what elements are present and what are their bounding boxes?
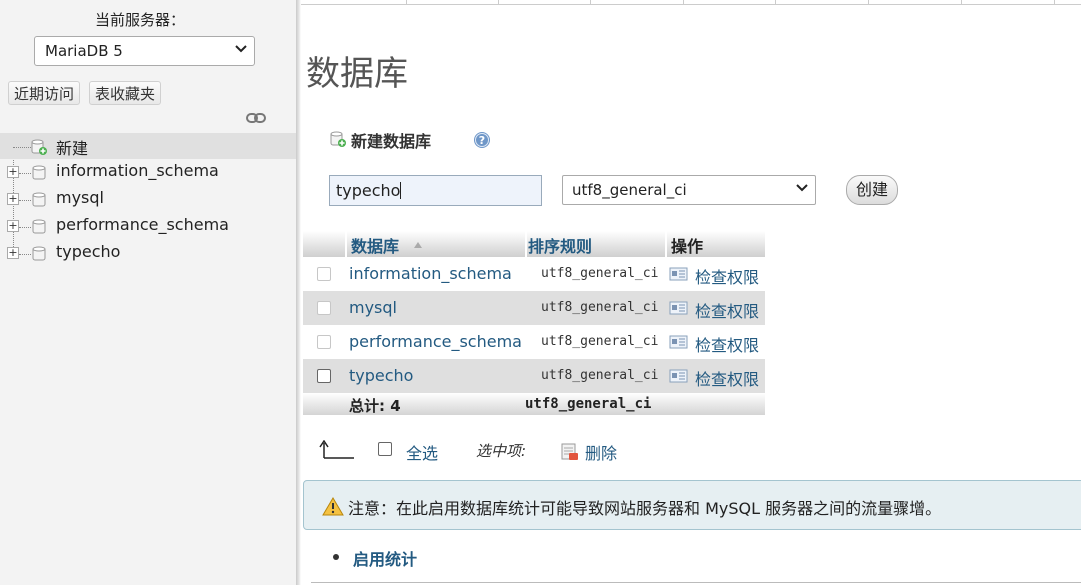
database-collation: utf8_general_ci	[541, 266, 659, 281]
new-database-icon	[31, 139, 47, 155]
table-row: information_schema utf8_general_ci 检查权限	[303, 257, 765, 291]
notice-box: 注意：在此启用数据库统计可能导致网站服务器和 MySQL 服务器之间的流量骤增。	[303, 480, 1081, 530]
current-server-label: 当前服务器：	[94, 11, 185, 29]
navigation-panel: 当前服务器： MariaDB 5 近期访问 表收藏夹 新建 + informat…	[0, 0, 296, 585]
arrow-up-left-icon	[319, 440, 354, 459]
expand-icon[interactable]: +	[7, 193, 19, 205]
database-collation: utf8_general_ci	[541, 334, 659, 349]
check-privileges-label: 检查权限	[695, 302, 760, 321]
tree-item-database[interactable]: + information_schema	[0, 159, 296, 186]
database-collation: utf8_general_ci	[541, 368, 659, 383]
database-icon	[32, 246, 46, 261]
expand-icon[interactable]: +	[7, 247, 19, 259]
column-header-database[interactable]: 数据库	[351, 233, 399, 257]
database-name-value: typecho	[336, 181, 401, 200]
privileges-icon	[669, 267, 688, 281]
tree-database-label[interactable]: information_schema	[56, 161, 219, 180]
database-icon	[32, 192, 46, 207]
database-name-link[interactable]: typecho	[349, 366, 413, 385]
check-privileges-link[interactable]: 检查权限	[669, 298, 759, 322]
table-row: typecho utf8_general_ci 检查权限	[303, 359, 765, 393]
select-all-checkbox[interactable]	[378, 442, 392, 456]
check-privileges-link[interactable]: 检查权限	[669, 332, 759, 356]
total-count: 总计: 4	[349, 397, 401, 415]
table-header: 数据库 排序规则 操作	[303, 231, 765, 257]
column-header-action: 操作	[671, 237, 704, 256]
check-privileges-link[interactable]: 检查权限	[669, 366, 759, 390]
database-icon	[32, 165, 46, 180]
check-privileges-label: 检查权限	[695, 370, 760, 389]
tree-item-database[interactable]: + typecho	[0, 240, 296, 267]
check-privileges-label: 检查权限	[695, 268, 760, 287]
column-header-collation[interactable]: 排序规则	[528, 233, 592, 257]
table-footer: 总计: 4 utf8_general_ci	[303, 393, 765, 415]
row-checkbox[interactable]	[317, 267, 331, 281]
expand-icon[interactable]: +	[7, 220, 19, 232]
delete-button[interactable]: 删除	[560, 440, 617, 464]
create-button[interactable]: 创建	[846, 175, 898, 205]
tree-database-label[interactable]: performance_schema	[56, 215, 229, 234]
footer-collation: utf8_general_ci	[525, 396, 652, 412]
check-privileges-link[interactable]: 检查权限	[669, 264, 759, 288]
main-content: 数据库 新建数据库 ? typecho utf8_general_ci 创建 数…	[301, 0, 1081, 585]
tree-item-database[interactable]: + mysql	[0, 186, 296, 213]
bulk-actions: 全选 选中项: 删除	[301, 436, 781, 466]
database-collation: utf8_general_ci	[541, 300, 659, 315]
tree-connector	[13, 147, 31, 148]
database-name-link[interactable]: information_schema	[349, 264, 512, 283]
tree-database-label[interactable]: mysql	[56, 188, 104, 207]
notice-text: 注意：在此启用数据库统计可能导致网站服务器和 MySQL 服务器之间的流量骤增。	[348, 499, 942, 518]
svg-text:?: ?	[479, 134, 485, 147]
database-name-link[interactable]: performance_schema	[349, 332, 522, 351]
link-icon[interactable]	[246, 112, 266, 124]
tree-item-new-label[interactable]: 新建	[56, 135, 88, 159]
enable-statistics-link[interactable]: 启用统计	[333, 546, 417, 570]
database-tree: 新建 + information_schema + mysql + perfor…	[0, 133, 296, 267]
database-table: 数据库 排序规则 操作 information_schema utf8_gene…	[303, 231, 765, 415]
delete-label: 删除	[585, 444, 618, 463]
expand-icon[interactable]: +	[7, 166, 19, 178]
row-checkbox[interactable]	[317, 335, 331, 349]
chevron-down-icon	[235, 45, 247, 53]
row-checkbox[interactable]	[317, 369, 331, 383]
tree-item-database[interactable]: + performance_schema	[0, 213, 296, 240]
privileges-icon	[669, 369, 688, 383]
collation-select-value: utf8_general_ci	[572, 181, 687, 199]
top-tab-bar	[301, 0, 1081, 5]
row-checkbox[interactable]	[317, 301, 331, 315]
server-select[interactable]: MariaDB 5	[34, 36, 255, 66]
recent-button[interactable]: 近期访问	[8, 81, 81, 105]
tree-database-label[interactable]: typecho	[56, 242, 120, 261]
server-select-value: MariaDB 5	[45, 42, 123, 60]
with-selected-label: 选中项:	[476, 442, 527, 460]
database-name-link[interactable]: mysql	[349, 298, 397, 317]
select-all-label[interactable]: 全选	[406, 440, 438, 464]
bullet-icon	[333, 554, 339, 560]
page-title: 数据库	[306, 54, 408, 94]
divider	[311, 582, 1081, 583]
database-icon	[32, 219, 46, 234]
chevron-down-icon	[796, 184, 808, 192]
database-name-input[interactable]: typecho	[329, 175, 542, 206]
warning-icon	[322, 497, 344, 516]
new-database-icon	[330, 131, 346, 147]
privileges-icon	[669, 301, 688, 315]
delete-icon	[561, 443, 578, 460]
privileges-icon	[669, 335, 688, 349]
sort-ascending-icon[interactable]	[413, 241, 423, 249]
favorites-button[interactable]: 表收藏夹	[89, 81, 162, 105]
create-database-label: 新建数据库	[351, 132, 432, 151]
logo-fragment-icon	[118, 0, 188, 2]
help-icon[interactable]: ?	[473, 131, 491, 149]
table-row: performance_schema utf8_general_ci 检查权限	[303, 325, 765, 359]
tree-item-new[interactable]: 新建	[0, 133, 296, 159]
collation-select[interactable]: utf8_general_ci	[562, 175, 816, 205]
enable-statistics-label: 启用统计	[353, 550, 418, 569]
check-privileges-label: 检查权限	[695, 336, 760, 355]
table-row: mysql utf8_general_ci 检查权限	[303, 291, 765, 325]
